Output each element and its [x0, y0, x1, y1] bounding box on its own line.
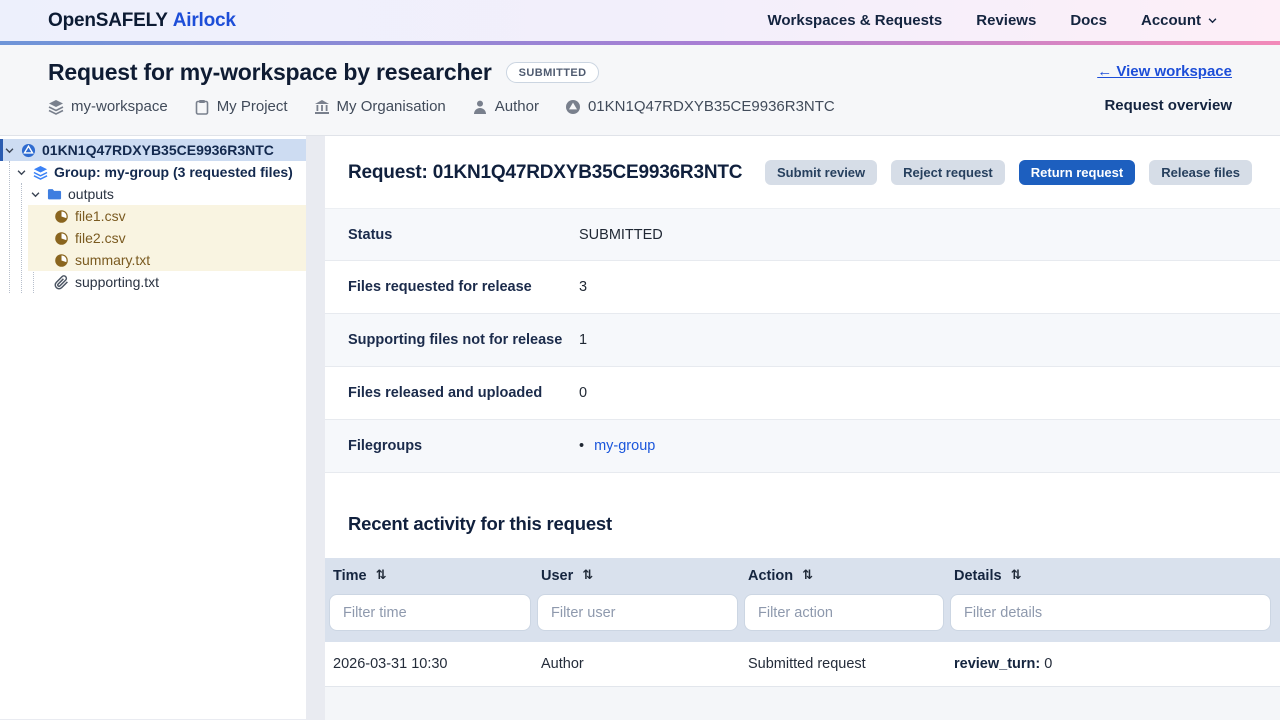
sort-icon[interactable]: ⇅: [582, 568, 593, 583]
layers-icon: [48, 99, 64, 115]
request-heading: Request: 01KN1Q47RDXYB35CE9936R3NTC: [348, 162, 742, 184]
view-workspace-link[interactable]: ← View workspace: [1097, 63, 1232, 80]
sort-icon[interactable]: ⇅: [802, 568, 813, 583]
activity-details: review_turn: 0: [946, 642, 1280, 686]
summary-row-files-released: Files released and uploaded 0: [325, 367, 1280, 420]
reject-request-button[interactable]: Reject request: [891, 160, 1005, 185]
filter-user-input[interactable]: [537, 594, 738, 631]
column-header-user[interactable]: User ⇅: [533, 568, 740, 584]
chevron-down-icon[interactable]: [4, 145, 15, 156]
paperclip-icon: [54, 275, 69, 290]
request-overview-label: Request overview: [1097, 97, 1232, 114]
brand-part1: OpenSAFELY: [48, 10, 168, 31]
output-file-icon: [54, 231, 69, 246]
breadcrumb-organisation: My Organisation: [314, 98, 446, 115]
sort-icon[interactable]: ⇅: [1011, 568, 1022, 583]
activity-table: Time ⇅ User ⇅ Action ⇅ Details ⇅: [325, 558, 1280, 720]
chevron-down-icon[interactable]: [30, 189, 41, 200]
tree-item-request-root[interactable]: 01KN1Q47RDXYB35CE9936R3NTC: [0, 139, 306, 161]
request-summary-table: Status SUBMITTED Files requested for rel…: [325, 208, 1280, 473]
tree-item-supporting[interactable]: supporting.txt: [0, 271, 306, 293]
brand-part2: Airlock: [173, 10, 236, 31]
cube-icon: [565, 99, 581, 115]
filegroup-link[interactable]: my-group: [594, 438, 655, 454]
summary-row-files-requested: Files requested for release 3: [325, 261, 1280, 314]
breadcrumb-project: My Project: [194, 98, 288, 115]
activity-row-commented: 2026-03-31 10:30 Author Commented group:…: [325, 687, 1280, 720]
files-released-value: 0: [579, 385, 587, 401]
column-header-details[interactable]: Details ⇅: [946, 568, 1280, 584]
summary-row-status: Status SUBMITTED: [325, 208, 1280, 261]
sort-icon[interactable]: ⇅: [376, 568, 387, 583]
folder-icon: [47, 187, 62, 202]
page-header: Request for my-workspace by researcher S…: [0, 45, 1280, 136]
breadcrumb-author: Author: [472, 98, 539, 115]
output-file-icon: [54, 253, 69, 268]
release-files-button[interactable]: Release files: [1149, 160, 1252, 185]
submit-review-button[interactable]: Submit review: [765, 160, 877, 185]
chevron-down-icon[interactable]: [16, 167, 27, 178]
column-header-time[interactable]: Time ⇅: [325, 568, 533, 584]
page-title: Request for my-workspace by researcher: [48, 59, 492, 86]
file-tree-sidebar: 01KN1Q47RDXYB35CE9936R3NTC Group: my-gro…: [0, 136, 306, 719]
filter-time-input[interactable]: [329, 594, 531, 631]
nav-workspaces-requests[interactable]: Workspaces & Requests: [767, 12, 942, 29]
tree-item-outputs-folder[interactable]: outputs: [0, 183, 306, 205]
supporting-files-value: 1: [579, 332, 587, 348]
filter-action-input[interactable]: [744, 594, 944, 631]
tree-item-file1[interactable]: file1.csv: [28, 205, 306, 227]
output-file-icon: [54, 209, 69, 224]
top-nav: OpenSAFELYAirlock Workspaces & Requests …: [0, 0, 1280, 41]
summary-row-supporting-files: Supporting files not for release 1: [325, 314, 1280, 367]
nav-account-menu[interactable]: Account: [1141, 12, 1218, 29]
bank-icon: [314, 99, 330, 115]
nav-links: Workspaces & Requests Reviews Docs Accou…: [767, 12, 1218, 29]
bullet-marker: •: [579, 438, 584, 454]
breadcrumb-request-id: 01KN1Q47RDXYB35CE9936R3NTC: [565, 98, 835, 115]
request-actions: Submit review Reject request Return requ…: [765, 160, 1252, 185]
tree-item-group[interactable]: Group: my-group (3 requested files): [0, 161, 306, 183]
status-badge: SUBMITTED: [506, 62, 600, 83]
status-value: SUBMITTED: [579, 227, 663, 243]
activity-user: Author: [533, 644, 740, 684]
activity-table-header: Time ⇅ User ⇅ Action ⇅ Details ⇅: [325, 558, 1280, 593]
brand-logo[interactable]: OpenSAFELYAirlock: [48, 10, 236, 32]
nav-reviews[interactable]: Reviews: [976, 12, 1036, 29]
clipboard-icon: [194, 99, 210, 115]
activity-row-submitted: 2026-03-31 10:30 Author Submitted reques…: [325, 642, 1280, 687]
request-cube-icon: [21, 143, 36, 158]
tree-item-file2[interactable]: file2.csv: [28, 227, 306, 249]
activity-filter-row: [325, 593, 1280, 642]
nav-docs[interactable]: Docs: [1070, 12, 1107, 29]
breadcrumb-workspace: my-workspace: [48, 98, 168, 115]
activity-heading: Recent activity for this request: [348, 513, 1280, 535]
tree-item-summary[interactable]: summary.txt: [28, 249, 306, 271]
files-requested-value: 3: [579, 279, 587, 295]
layers-icon: [33, 165, 48, 180]
main-panel: Request: 01KN1Q47RDXYB35CE9936R3NTC Subm…: [325, 136, 1280, 719]
filter-details-input[interactable]: [950, 594, 1271, 631]
summary-row-filegroups: Filegroups •my-group: [325, 420, 1280, 473]
activity-details: group: my-group comment: Please review m…: [946, 706, 1280, 720]
activity-time: 2026-03-31 10:30: [325, 644, 533, 684]
person-icon: [472, 99, 488, 115]
breadcrumb: my-workspace My Project My Organisation …: [48, 98, 1232, 115]
activity-action: Submitted request: [740, 644, 946, 684]
nav-account-label: Account: [1141, 12, 1201, 29]
column-header-action[interactable]: Action ⇅: [740, 568, 946, 584]
chevron-down-icon: [1207, 15, 1218, 26]
return-request-button[interactable]: Return request: [1019, 160, 1135, 185]
